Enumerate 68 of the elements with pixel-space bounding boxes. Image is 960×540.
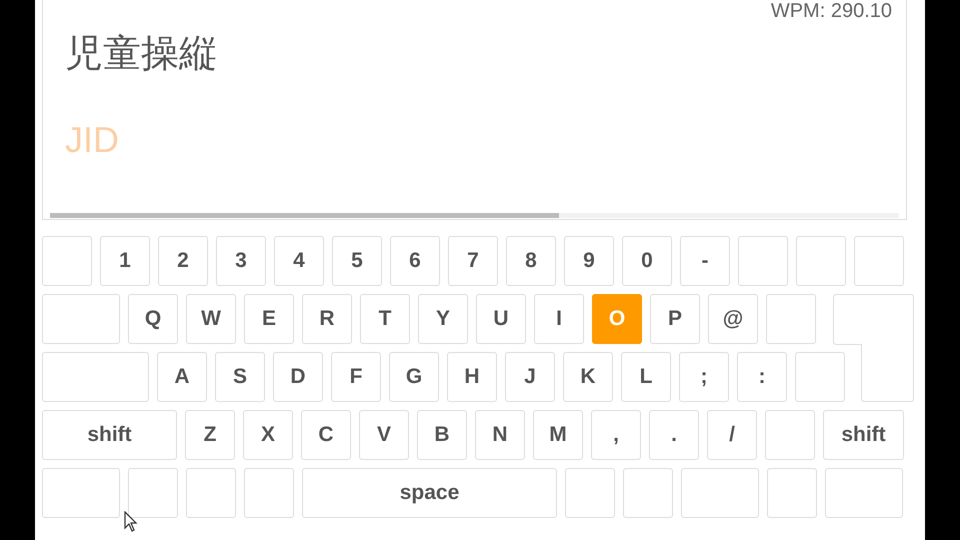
keyboard-key[interactable]: Z (185, 410, 235, 460)
keyboard-key[interactable]: : (737, 352, 787, 402)
blank-key[interactable] (244, 468, 294, 518)
keyboard-key[interactable]: H (447, 352, 497, 402)
keyboard-key[interactable]: / (707, 410, 757, 460)
keyboard-key[interactable]: Y (418, 294, 468, 344)
keyboard-key[interactable]: L (621, 352, 671, 402)
blank-key[interactable] (795, 352, 845, 402)
keyboard-key[interactable]: B (417, 410, 467, 460)
blank-key[interactable] (767, 468, 817, 518)
keyboard-key[interactable]: Q (128, 294, 178, 344)
blank-key[interactable] (42, 294, 120, 344)
keyboard-key[interactable]: P (650, 294, 700, 344)
blank-key[interactable] (738, 236, 788, 286)
prompt-text: 児童操縦 (65, 30, 217, 76)
blank-key[interactable] (765, 410, 815, 460)
keyboard-key[interactable]: shift (42, 410, 177, 460)
keyboard-key[interactable]: shift (823, 410, 904, 460)
keyboard-key[interactable]: 5 (332, 236, 382, 286)
blank-key[interactable] (565, 468, 615, 518)
keyboard-key[interactable]: N (475, 410, 525, 460)
keyboard-key[interactable]: E (244, 294, 294, 344)
keyboard-key[interactable]: 3 (216, 236, 266, 286)
typed-text: JID (65, 118, 119, 162)
blank-key[interactable] (186, 468, 236, 518)
keyboard-key[interactable]: 4 (274, 236, 324, 286)
keyboard-key[interactable]: 6 (390, 236, 440, 286)
keyboard-key[interactable]: @ (708, 294, 758, 344)
blank-key[interactable] (623, 468, 673, 518)
keyboard-key[interactable]: V (359, 410, 409, 460)
keyboard-key[interactable]: 2 (158, 236, 208, 286)
keyboard-key[interactable]: R (302, 294, 352, 344)
keyboard-key[interactable]: J (505, 352, 555, 402)
mouse-pointer-icon (124, 511, 138, 533)
keyboard-key[interactable]: W (186, 294, 236, 344)
blank-key[interactable] (854, 236, 904, 286)
keyboard-key[interactable]: - (680, 236, 730, 286)
keyboard-key[interactable]: M (533, 410, 583, 460)
wpm-counter: WPM: 290.10 (770, 1, 892, 21)
blank-key[interactable] (796, 236, 846, 286)
keyboard-key[interactable]: C (301, 410, 351, 460)
blank-key[interactable] (766, 294, 816, 344)
keyboard-key[interactable]: , (591, 410, 641, 460)
keyboard-key[interactable]: S (215, 352, 265, 402)
blank-key[interactable] (42, 352, 149, 402)
enter-key[interactable] (833, 294, 914, 402)
keyboard-key[interactable]: 0 (622, 236, 672, 286)
blank-key[interactable] (42, 468, 120, 518)
keyboard-key[interactable]: F (331, 352, 381, 402)
keyboard-key[interactable]: T (360, 294, 410, 344)
keyboard-key[interactable]: . (649, 410, 699, 460)
blank-key[interactable] (825, 468, 903, 518)
keyboard-key[interactable]: D (273, 352, 323, 402)
keyboard-key[interactable]: 9 (564, 236, 614, 286)
blank-key[interactable] (681, 468, 759, 518)
keyboard-key[interactable]: 7 (448, 236, 498, 286)
keyboard-key[interactable]: K (563, 352, 613, 402)
keyboard-key[interactable]: A (157, 352, 207, 402)
keyboard-key[interactable]: I (534, 294, 584, 344)
blank-key[interactable] (128, 468, 178, 518)
keyboard-key[interactable]: X (243, 410, 293, 460)
keyboard-key[interactable]: U (476, 294, 526, 344)
keyboard-key[interactable]: ; (679, 352, 729, 402)
keyboard-key[interactable]: 8 (506, 236, 556, 286)
keyboard-key[interactable]: 1 (100, 236, 150, 286)
keyboard-key[interactable]: space (302, 468, 557, 518)
blank-key[interactable] (42, 236, 92, 286)
keyboard-key[interactable]: G (389, 352, 439, 402)
